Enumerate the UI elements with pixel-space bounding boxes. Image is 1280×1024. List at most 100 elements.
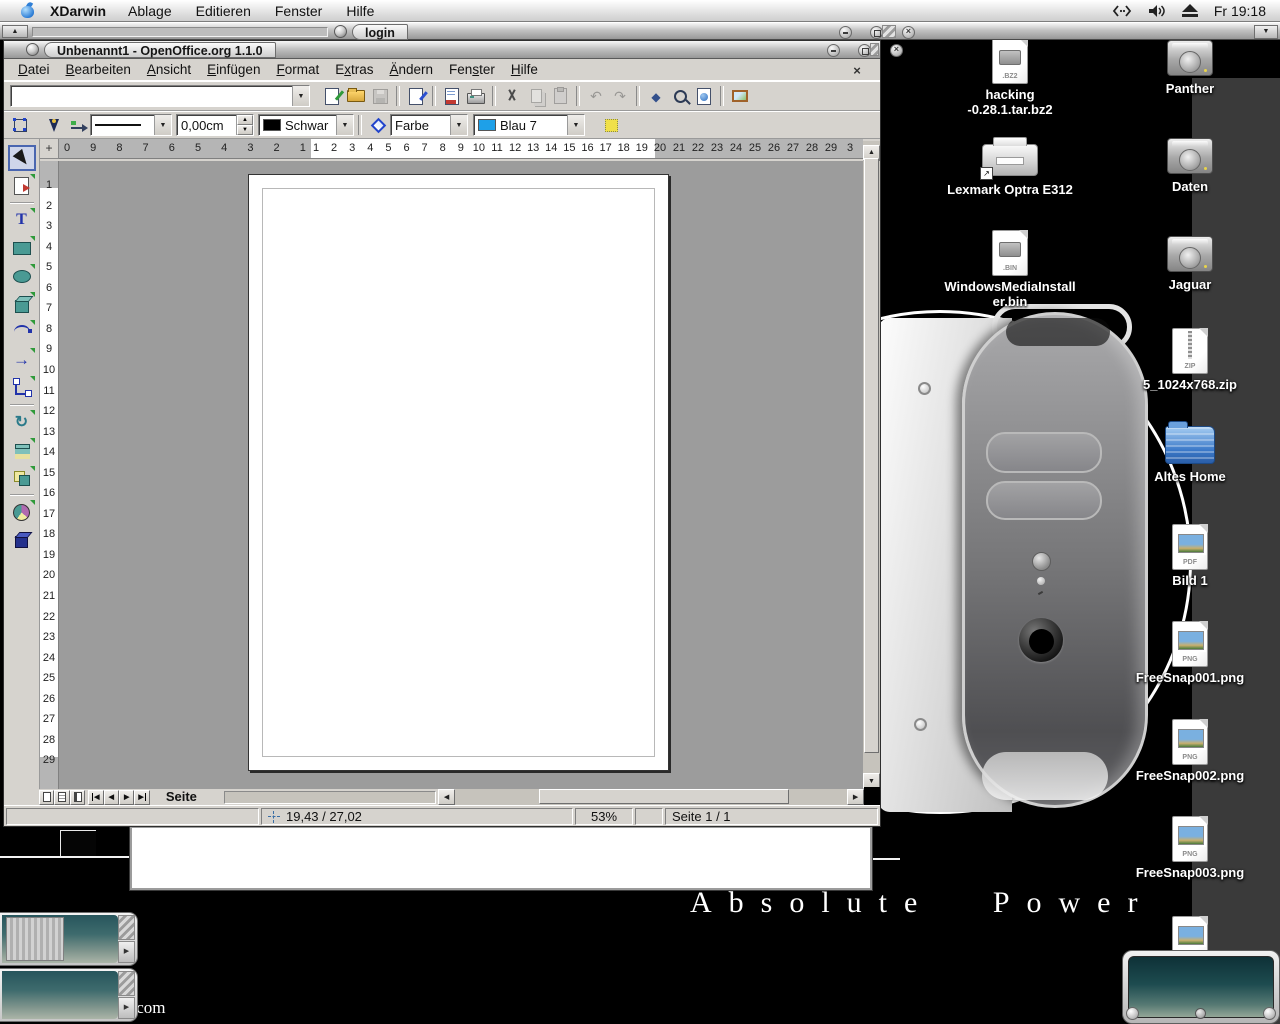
url-field[interactable] [11, 86, 292, 106]
previous-page-button[interactable]: ◀ [104, 790, 119, 805]
shade-down-button[interactable]: ▼ [1254, 25, 1278, 39]
ellipse-tool-button[interactable] [8, 263, 36, 289]
zoom-page-tool-button[interactable] [8, 173, 36, 199]
insert-graphics-button[interactable] [728, 84, 752, 108]
arrange-tool-button[interactable] [8, 465, 36, 491]
apple-menu-icon[interactable] [20, 3, 36, 19]
minimize-button[interactable] [839, 26, 852, 39]
scroll-left-icon[interactable]: ◀ [438, 789, 455, 805]
scroll-thumb-knob-icon[interactable] [1195, 1008, 1206, 1019]
export-pdf-button[interactable] [440, 84, 464, 108]
page-tab-seite-1[interactable]: Seite 1 [150, 789, 222, 805]
mac-menu-ablage[interactable]: Ablage [128, 3, 172, 19]
line-width-spinner[interactable]: 0,00cm ▲▼ [176, 114, 254, 136]
area-fill-button[interactable] [366, 113, 390, 137]
navigator-button[interactable] [644, 84, 668, 108]
effects-tool-button[interactable] [8, 409, 36, 435]
lines-arrows-tool-button[interactable] [8, 347, 36, 373]
shade-up-button[interactable]: ▲ [2, 25, 28, 38]
rectangle-tool-button[interactable] [8, 235, 36, 261]
line-ends-button[interactable] [66, 113, 90, 137]
mac-menu-xdarwin[interactable]: XDarwin [50, 3, 106, 19]
spin-up-icon[interactable]: ▲ [237, 115, 253, 125]
dropdown-icon[interactable]: ▼ [154, 115, 171, 135]
edit-file-button[interactable] [404, 84, 428, 108]
zoom-button[interactable] [668, 84, 692, 108]
scrollbar-thumb[interactable] [539, 789, 789, 804]
horizontal-scrollbar[interactable]: ◀ ▶ [438, 789, 864, 805]
dropdown-icon[interactable]: ▼ [567, 115, 584, 135]
login-titlebar[interactable]: ▲ login × ▼ [0, 22, 1280, 40]
gallery-button[interactable] [692, 84, 716, 108]
vertical-ruler[interactable]: 1234567891011121314151617181920212223242… [40, 161, 59, 789]
menu-hilfe[interactable]: Hilfe [503, 62, 546, 77]
save-document-button[interactable] [368, 84, 392, 108]
menu-ndern[interactable]: Ändern [382, 62, 442, 77]
connector-tool-button[interactable] [8, 375, 36, 401]
last-page-button[interactable]: ▶ [134, 790, 149, 805]
line-color-combobox[interactable]: Schwar ▼ [258, 114, 354, 136]
redo-button[interactable] [608, 84, 632, 108]
curve-tool-button[interactable] [8, 319, 36, 345]
dropdown-icon[interactable]: ▼ [336, 115, 353, 135]
drawing-canvas[interactable] [59, 161, 863, 789]
menu-einfgen[interactable]: Einfügen [199, 62, 268, 77]
desktop-icon-lexmark-printer[interactable]: ↗Lexmark Optra E312 [935, 136, 1085, 197]
dropdown-icon[interactable]: ▼ [450, 115, 467, 135]
menu-extras[interactable]: Extras [327, 62, 381, 77]
first-page-button[interactable]: ◀ [88, 790, 103, 805]
resize-corner[interactable] [864, 787, 880, 805]
controller-3d-tool-button[interactable] [8, 527, 36, 553]
insert-tool-button[interactable] [8, 499, 36, 525]
menu-bearbeiten[interactable]: Bearbeiten [58, 62, 139, 77]
alignment-tool-button[interactable] [8, 437, 36, 463]
open-document-button[interactable] [344, 84, 368, 108]
edit-points-button[interactable] [8, 113, 32, 137]
url-dropdown-icon[interactable]: ▼ [292, 86, 309, 106]
close-button[interactable]: × [902, 26, 915, 39]
spin-down-icon[interactable]: ▼ [237, 125, 253, 135]
view-mode-1-button[interactable] [39, 790, 54, 805]
menu-format[interactable]: Format [268, 62, 327, 77]
menu-datei[interactable]: Datei [10, 62, 58, 77]
scrollbar-thumb[interactable] [864, 158, 879, 753]
horizontal-ruler[interactable]: 0987654321123456789101112131415161718192… [59, 139, 863, 159]
paste-button[interactable] [548, 84, 572, 108]
line-style-combobox[interactable]: ▼ [90, 114, 172, 136]
shadow-button[interactable] [599, 113, 623, 137]
pen-button[interactable] [42, 113, 66, 137]
document-close-icon[interactable]: × [849, 62, 865, 78]
insert-text-tool-button[interactable] [8, 207, 36, 233]
login-terminal-content[interactable] [130, 826, 872, 890]
document-page[interactable] [248, 174, 669, 771]
mac-menu-hilfe[interactable]: Hilfe [346, 3, 374, 19]
copy-button[interactable] [524, 84, 548, 108]
status-zoom[interactable]: 53% [575, 808, 633, 825]
scroll-right-icon[interactable]: ▶ [847, 789, 864, 805]
minimize-button[interactable] [827, 44, 840, 57]
new-document-button[interactable] [320, 84, 344, 108]
fill-style-combobox[interactable]: Farbe ▼ [390, 114, 468, 136]
view-mode-2-button[interactable] [54, 790, 69, 805]
mac-menu-fenster[interactable]: Fenster [275, 3, 322, 19]
close-button[interactable]: × [890, 44, 903, 57]
scroll-left-knob-icon[interactable] [1126, 1007, 1139, 1020]
network-icon[interactable] [1112, 4, 1132, 18]
undo-button[interactable] [584, 84, 608, 108]
next-page-button[interactable]: ▶ [119, 790, 134, 805]
scroll-right-knob-icon[interactable] [1263, 1007, 1276, 1020]
menu-ansicht[interactable]: Ansicht [139, 62, 199, 77]
cut-button[interactable] [500, 84, 524, 108]
desktop-icon-windowsmedia-installer[interactable]: .BINWindowsMediaInstaller.bin [935, 230, 1085, 309]
teal-window[interactable] [1122, 950, 1280, 1024]
eject-icon[interactable] [1182, 4, 1198, 17]
volume-icon[interactable] [1148, 4, 1166, 18]
view-mode-3-button[interactable] [70, 790, 85, 805]
oo-titlebar[interactable]: Unbenannt1 - OpenOffice.org 1.1.0 × [4, 41, 880, 59]
menu-fenster[interactable]: Fenster [441, 62, 503, 77]
url-combobox[interactable]: ▼ [10, 85, 310, 107]
desktop-icon-hacking-archive[interactable]: .BZ2hacking-0.28.1.tar.bz2 [935, 38, 1085, 117]
fill-color-combobox[interactable]: Blau 7 ▼ [473, 114, 585, 136]
vertical-scrollbar[interactable]: ▲ ▼ [863, 141, 880, 789]
mac-menu-editieren[interactable]: Editieren [196, 3, 251, 19]
